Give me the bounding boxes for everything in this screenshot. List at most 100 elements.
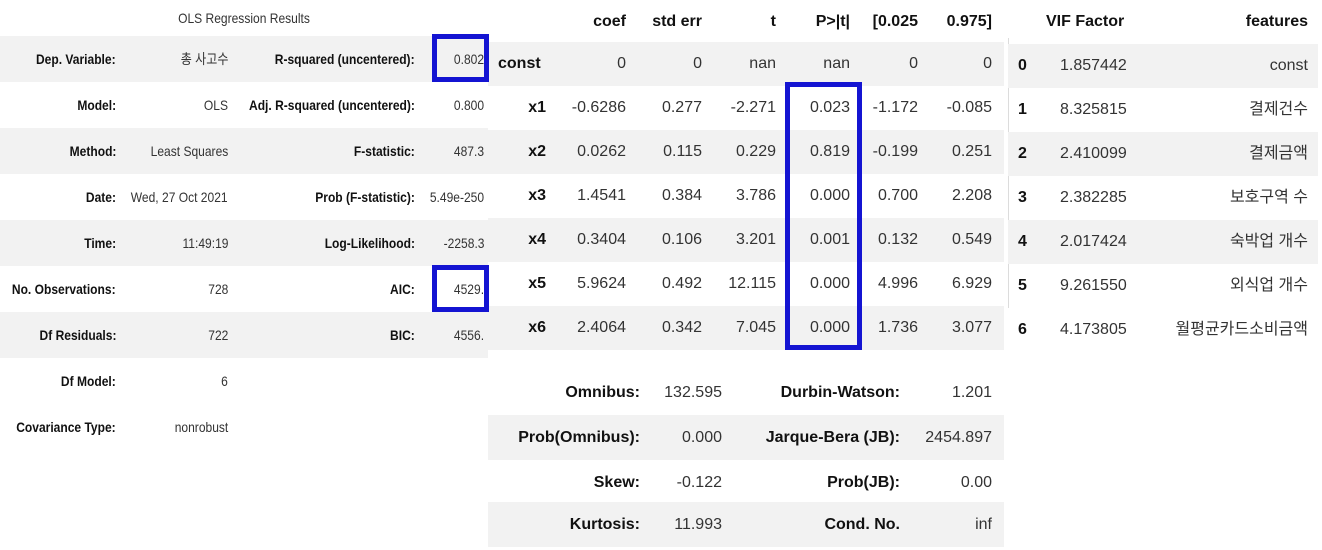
std-err-value: 0.492 — [661, 275, 702, 292]
ols-key: R-squared (uncentered): — [275, 51, 415, 67]
row-label: x1 — [528, 99, 546, 116]
diag-value: 2454.897 — [925, 429, 992, 446]
vif-value: 9.261550 — [1060, 277, 1127, 294]
diag-value: 0.00 — [960, 474, 992, 491]
t-value: -2.271 — [730, 99, 776, 116]
diag-key: Cond. No. — [824, 516, 900, 533]
std-err-value: 0.384 — [661, 187, 702, 204]
ols-row-time: Time: 11:49:19 Log-Likelihood: -2258.3 — [0, 220, 488, 266]
vif-index: 5 — [1018, 277, 1027, 294]
ols-key: Covariance Type: — [16, 419, 116, 435]
coef-value: -0.6286 — [571, 99, 626, 116]
ci-high-value: -0.085 — [946, 99, 992, 116]
row-label: const — [498, 55, 541, 72]
row-label: x2 — [528, 143, 546, 160]
vif-value: 8.325815 — [1060, 101, 1127, 118]
vif-header-row: VIF Factor features — [1008, 0, 1318, 44]
coef-row-x6: x6 2.4064 0.342 7.045 0.000 1.736 3.077 — [488, 306, 1004, 350]
ols-key: Df Model: — [61, 373, 116, 389]
vif-row: 0 1.857442 const — [1008, 44, 1318, 88]
ols-key: Df Residuals: — [39, 327, 116, 343]
table-caption: OLS Regression Results — [178, 10, 310, 26]
vif-value: 4.173805 — [1060, 321, 1127, 338]
coef-row-const: const 0 0 nan nan 0 0 — [488, 42, 1004, 86]
ols-row-df-residuals: Df Residuals: 722 BIC: 4556. — [0, 312, 488, 358]
col-header-t: t — [770, 13, 776, 30]
coef-value: 0.3404 — [577, 231, 626, 248]
ols-value: 0.800 — [453, 97, 484, 113]
vif-feature: 월평균카드소비금액 — [1175, 321, 1308, 338]
diag-value: -0.122 — [676, 474, 722, 491]
ols-key: AIC: — [390, 281, 415, 297]
vif-index: 0 — [1018, 57, 1027, 74]
row-label: x6 — [528, 319, 546, 336]
vif-index: 2 — [1018, 145, 1027, 162]
ols-value: OLS — [203, 97, 228, 113]
coefficient-table: coef std err t P>|t| [0.025 0.975] const… — [488, 0, 1008, 550]
vif-value: 2.017424 — [1060, 233, 1127, 250]
ols-value: 총 사고수 — [180, 51, 228, 67]
vif-feature: 보호구역 수 — [1229, 189, 1308, 206]
diag-row-prob-omnibus: Prob(Omnibus): 0.000 Jarque-Bera (JB): 2… — [488, 415, 1004, 460]
ci-low-value: 0.132 — [877, 231, 918, 248]
diag-row-omnibus: Omnibus: 132.595 Durbin-Watson: 1.201 — [488, 370, 1004, 415]
t-value: nan — [749, 55, 776, 72]
ols-row-date: Date: Wed, 27 Oct 2021 Prob (F-statistic… — [0, 174, 488, 220]
ci-low-value: 0 — [909, 55, 918, 72]
ci-low-value: 1.736 — [877, 319, 918, 336]
ci-low-value: -1.172 — [872, 99, 918, 116]
ols-key: Date: — [85, 189, 116, 205]
diag-key: Kurtosis: — [569, 516, 640, 533]
vif-value: 1.857442 — [1060, 57, 1127, 74]
coef-value: 5.9624 — [577, 275, 626, 292]
vif-feature: const — [1269, 57, 1308, 74]
p-value: nan — [823, 55, 850, 72]
diag-key: Durbin-Watson: — [780, 384, 900, 401]
col-header-features: features — [1245, 13, 1308, 30]
diag-key: Prob(Omnibus): — [518, 429, 640, 446]
ols-value: 5.49e-250 — [429, 189, 484, 205]
ols-key: Dep. Variable: — [36, 51, 116, 67]
vif-row: 1 8.325815 결제건수 — [1008, 88, 1318, 132]
ols-row-observations: No. Observations: 728 AIC: 4529. — [0, 266, 488, 312]
ci-low-value: 4.996 — [877, 275, 918, 292]
diag-value: 11.993 — [674, 516, 722, 533]
p-value-highlight-box — [785, 82, 862, 350]
vif-row: 5 9.261550 외식업 개수 — [1008, 264, 1318, 308]
std-err-value: 0.106 — [661, 231, 702, 248]
vif-row: 3 2.382285 보호구역 수 — [1008, 176, 1318, 220]
ols-key: F-statistic: — [354, 143, 415, 159]
diag-row-kurtosis: Kurtosis: 11.993 Cond. No. inf — [488, 502, 1004, 547]
ols-value: 11:49:19 — [182, 235, 228, 251]
vif-feature: 외식업 개수 — [1229, 277, 1308, 294]
diag-value: 0.000 — [681, 429, 722, 446]
col-header-ci-high: 0.975] — [946, 13, 992, 30]
vif-value: 2.382285 — [1060, 189, 1127, 206]
std-err-value: 0 — [693, 55, 702, 72]
ols-row-model: Model: OLS Adj. R-squared (uncentered): … — [0, 82, 488, 128]
diag-key: Prob(JB): — [827, 474, 900, 491]
diag-key: Jarque-Bera (JB): — [765, 429, 900, 446]
ci-low-value: -0.199 — [872, 143, 918, 160]
col-header-vif-factor: VIF Factor — [1046, 13, 1125, 30]
ols-value: nonrobust — [174, 419, 228, 435]
ols-row-df-model: Df Model: 6 — [0, 358, 488, 404]
vif-index: 3 — [1018, 189, 1027, 206]
diag-key: Skew: — [593, 474, 640, 491]
coef-value: 0 — [617, 55, 626, 72]
r-squared-highlight-box — [432, 34, 489, 82]
coef-row-x2: x2 0.0262 0.115 0.229 0.819 -0.199 0.251 — [488, 130, 1004, 174]
ci-high-value: 2.208 — [951, 187, 992, 204]
coef-row-x4: x4 0.3404 0.106 3.201 0.001 0.132 0.549 — [488, 218, 1004, 262]
ols-row-dep-variable: Dep. Variable: 총 사고수 R-squared (uncenter… — [0, 36, 488, 82]
row-label: x3 — [528, 187, 546, 204]
coef-value: 1.4541 — [577, 187, 626, 204]
coef-value: 2.4064 — [577, 319, 626, 336]
col-header-p-value: P>|t| — [815, 13, 850, 30]
ols-value: 722 — [207, 327, 228, 343]
ols-key: Method: — [69, 143, 116, 159]
vif-feature: 숙박업 개수 — [1229, 233, 1308, 250]
std-err-value: 0.277 — [661, 99, 702, 116]
diag-value: 132.595 — [664, 384, 722, 401]
vif-row: 4 2.017424 숙박업 개수 — [1008, 220, 1318, 264]
